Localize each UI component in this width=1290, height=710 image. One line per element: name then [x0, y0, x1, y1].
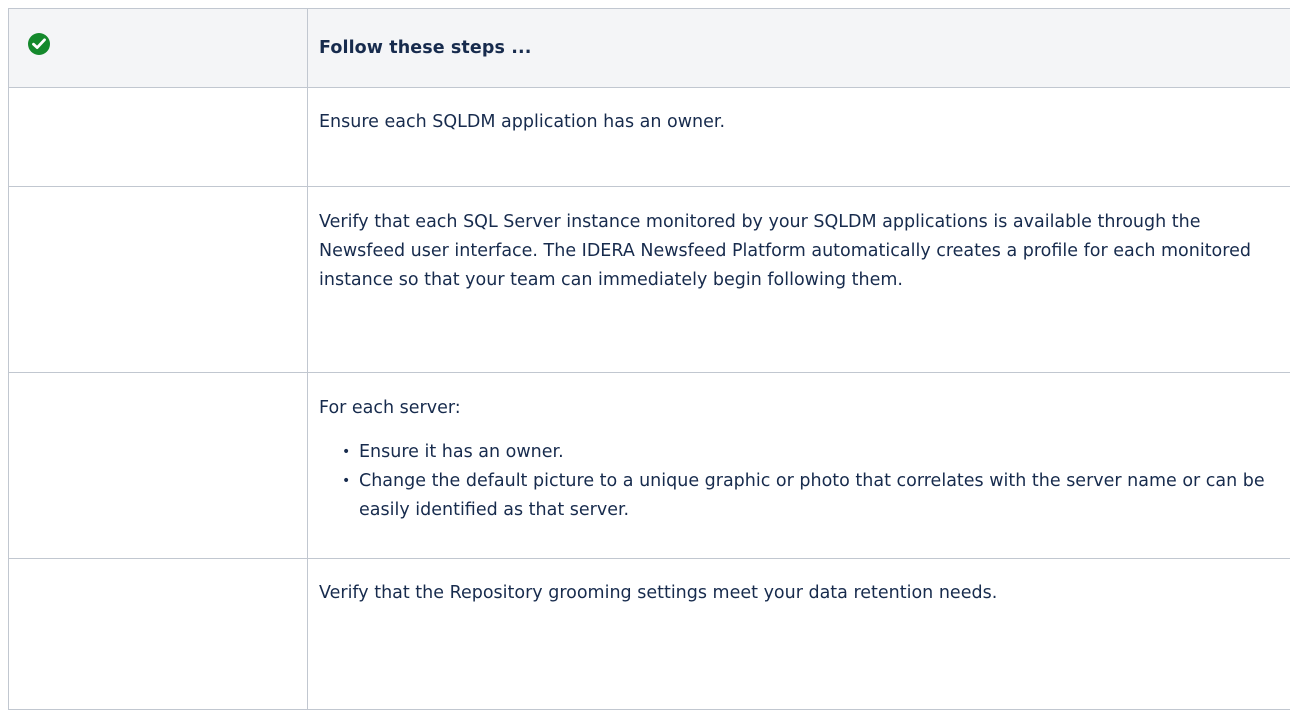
step-text: Verify that each SQL Server instance mon…: [319, 208, 1277, 295]
empty-cell: [9, 373, 308, 559]
empty-cell: [9, 88, 308, 187]
step-cell: Verify that each SQL Server instance mon…: [308, 187, 1290, 373]
steps-table: Follow these steps ... Ensure each SQLDM…: [8, 8, 1290, 710]
step-intro: For each server:: [319, 394, 1277, 423]
table-row: Ensure each SQLDM application has an own…: [9, 88, 1290, 187]
empty-cell: [9, 187, 308, 373]
header-icon-cell: [9, 9, 308, 88]
table-row: Verify that the Repository grooming sett…: [9, 559, 1290, 710]
table-heading: Follow these steps ...: [308, 9, 1290, 88]
step-cell: For each server: Ensure it has an owner.…: [308, 373, 1290, 559]
list-item: Ensure it has an owner.: [348, 438, 1277, 467]
step-cell: Ensure each SQLDM application has an own…: [308, 88, 1290, 187]
check-circle-icon: [28, 33, 50, 55]
step-text: Ensure each SQLDM application has an own…: [319, 108, 1277, 137]
step-text: Verify that the Repository grooming sett…: [319, 579, 1277, 608]
bullet-list: Ensure it has an owner. Change the defau…: [319, 438, 1277, 525]
table-row: For each server: Ensure it has an owner.…: [9, 373, 1290, 559]
table-header-row: Follow these steps ...: [9, 9, 1290, 88]
empty-cell: [9, 559, 308, 710]
list-item: Change the default picture to a unique g…: [348, 467, 1277, 525]
step-cell: Verify that the Repository grooming sett…: [308, 559, 1290, 710]
table-row: Verify that each SQL Server instance mon…: [9, 187, 1290, 373]
